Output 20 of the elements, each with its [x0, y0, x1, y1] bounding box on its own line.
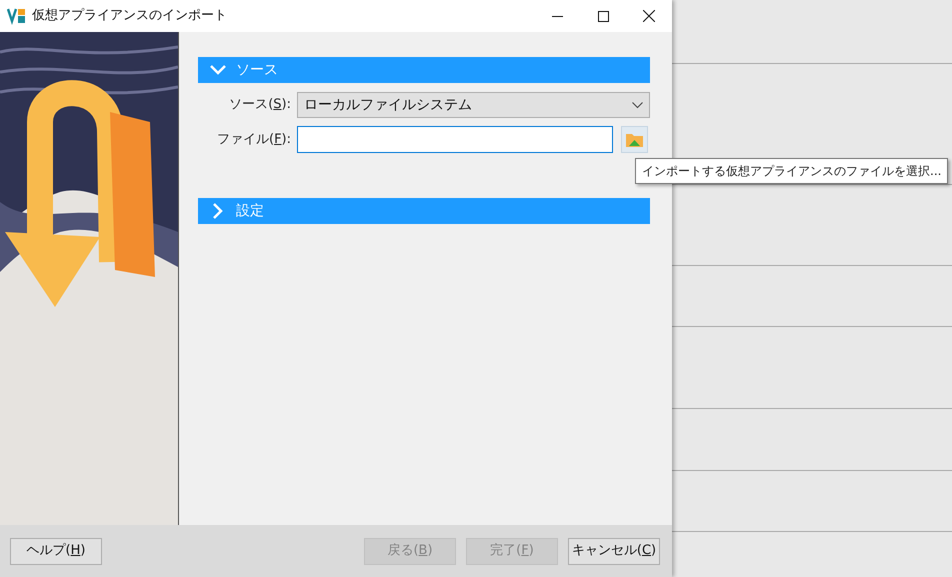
file-input[interactable]: [297, 126, 613, 153]
window-title: 仮想アプライアンスのインポート: [32, 7, 227, 26]
close-icon: [643, 10, 655, 22]
dialog-button[interactable]: キャンセル(C): [568, 538, 660, 564]
folder-icon: [625, 132, 644, 148]
tooltip: インポートする仮想アプライアンスのファイルを選択...: [635, 158, 948, 184]
browse-button[interactable]: [621, 126, 648, 153]
maximize-icon: [598, 10, 608, 22]
section-header[interactable]: ソース: [198, 57, 650, 83]
app-logo-icon: [7, 7, 27, 25]
section-header[interactable]: 設定: [198, 198, 650, 224]
chevron-right-icon: [213, 203, 223, 219]
caret-icon: [632, 102, 643, 108]
field-label: ファイル(F):: [216, 130, 292, 149]
dialog-button[interactable]: ヘルプ(H): [10, 538, 102, 564]
source-dropdown[interactable]: ローカルファイルシステム: [297, 92, 650, 118]
field-label: ソース(S):: [228, 96, 292, 114]
section-title: ソース: [236, 60, 278, 80]
chevron-down-icon: [210, 65, 226, 75]
section-title: 設定: [236, 202, 264, 220]
